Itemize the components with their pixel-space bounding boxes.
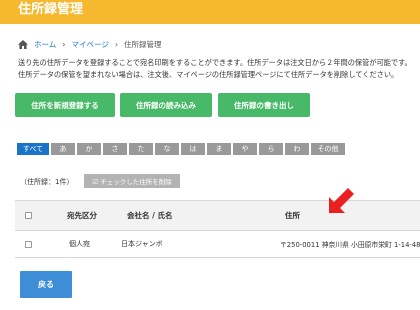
tab-other[interactable]: その他: [311, 143, 345, 155]
home-icon: [18, 39, 28, 49]
tab-ta[interactable]: た: [129, 143, 153, 155]
tab-ha[interactable]: は: [181, 143, 205, 155]
page-header: 住所録管理: [0, 0, 420, 24]
tab-all[interactable]: すべて: [17, 143, 49, 155]
intro-line: 送り先の住所データを登録することで宛名印刷をすることができます。住所データは注文…: [18, 58, 412, 67]
breadcrumb-home-link[interactable]: ホーム: [34, 39, 56, 50]
tab-wa[interactable]: わ: [285, 143, 309, 155]
red-arrow-icon: [329, 188, 354, 213]
tab-a[interactable]: あ: [51, 143, 75, 155]
address-table: 宛先区分 会社名 / 氏名 住所 個人宛 日本ジャンボ 〒250-0011 神奈…: [15, 200, 420, 258]
select-all-checkbox[interactable]: [25, 212, 32, 219]
tab-ra[interactable]: ら: [259, 143, 283, 155]
row-address: 〒250-0011 神奈川県 小田原市栄町 1-14-48: [280, 241, 420, 249]
export-address-book-button[interactable]: 住所録の書き出し: [218, 93, 310, 117]
import-address-book-button[interactable]: 住所録の読み込み: [120, 93, 212, 117]
tab-sa[interactable]: さ: [103, 143, 127, 155]
new-address-button[interactable]: 住所を新規登録する: [15, 93, 115, 117]
breadcrumb-separator: ›: [62, 39, 66, 49]
tab-ka[interactable]: か: [77, 143, 101, 155]
breadcrumb: ホーム › マイページ › 住所録管理: [18, 38, 162, 50]
row-select-cell: [25, 231, 32, 257]
intro-line: 住所データの保管を望まれない場合は、注文後、マイページの住所録管理ページにて住所…: [18, 70, 399, 79]
row-type: 個人宛: [69, 240, 90, 248]
tab-ma[interactable]: ま: [207, 143, 231, 155]
address-count: （住所録：1件）: [20, 178, 74, 186]
select-all-cell: [25, 201, 32, 230]
intro-text: 送り先の住所データを登録することで宛名印刷をすることができます。住所データは注文…: [18, 57, 420, 81]
table-header: 宛先区分 会社名 / 氏名 住所: [15, 201, 420, 231]
row-checkbox[interactable]: [25, 240, 32, 248]
breadcrumb-current: 住所録管理: [124, 39, 162, 49]
column-header-name: 会社名 / 氏名: [127, 211, 173, 220]
page-title: 住所録管理: [18, 2, 84, 17]
column-header-address: 住所: [285, 211, 300, 220]
column-header-type: 宛先区分: [67, 211, 97, 220]
kana-filter-tabs: すべて あ か さ た な は ま や ら わ その他: [17, 143, 347, 155]
table-row: 個人宛 日本ジャンボ 〒250-0011 神奈川県 小田原市栄町 1-14-48: [15, 231, 420, 258]
breadcrumb-separator: ›: [114, 39, 119, 49]
tab-ya[interactable]: や: [233, 143, 257, 155]
delete-checked-button[interactable]: ☑ チェックした住所を削除: [84, 174, 180, 188]
back-button[interactable]: 戻る: [20, 271, 72, 298]
row-name: 日本ジャンボ: [121, 240, 163, 248]
breadcrumb-mypage-link[interactable]: マイページ: [71, 39, 108, 50]
tab-na[interactable]: な: [155, 143, 179, 155]
